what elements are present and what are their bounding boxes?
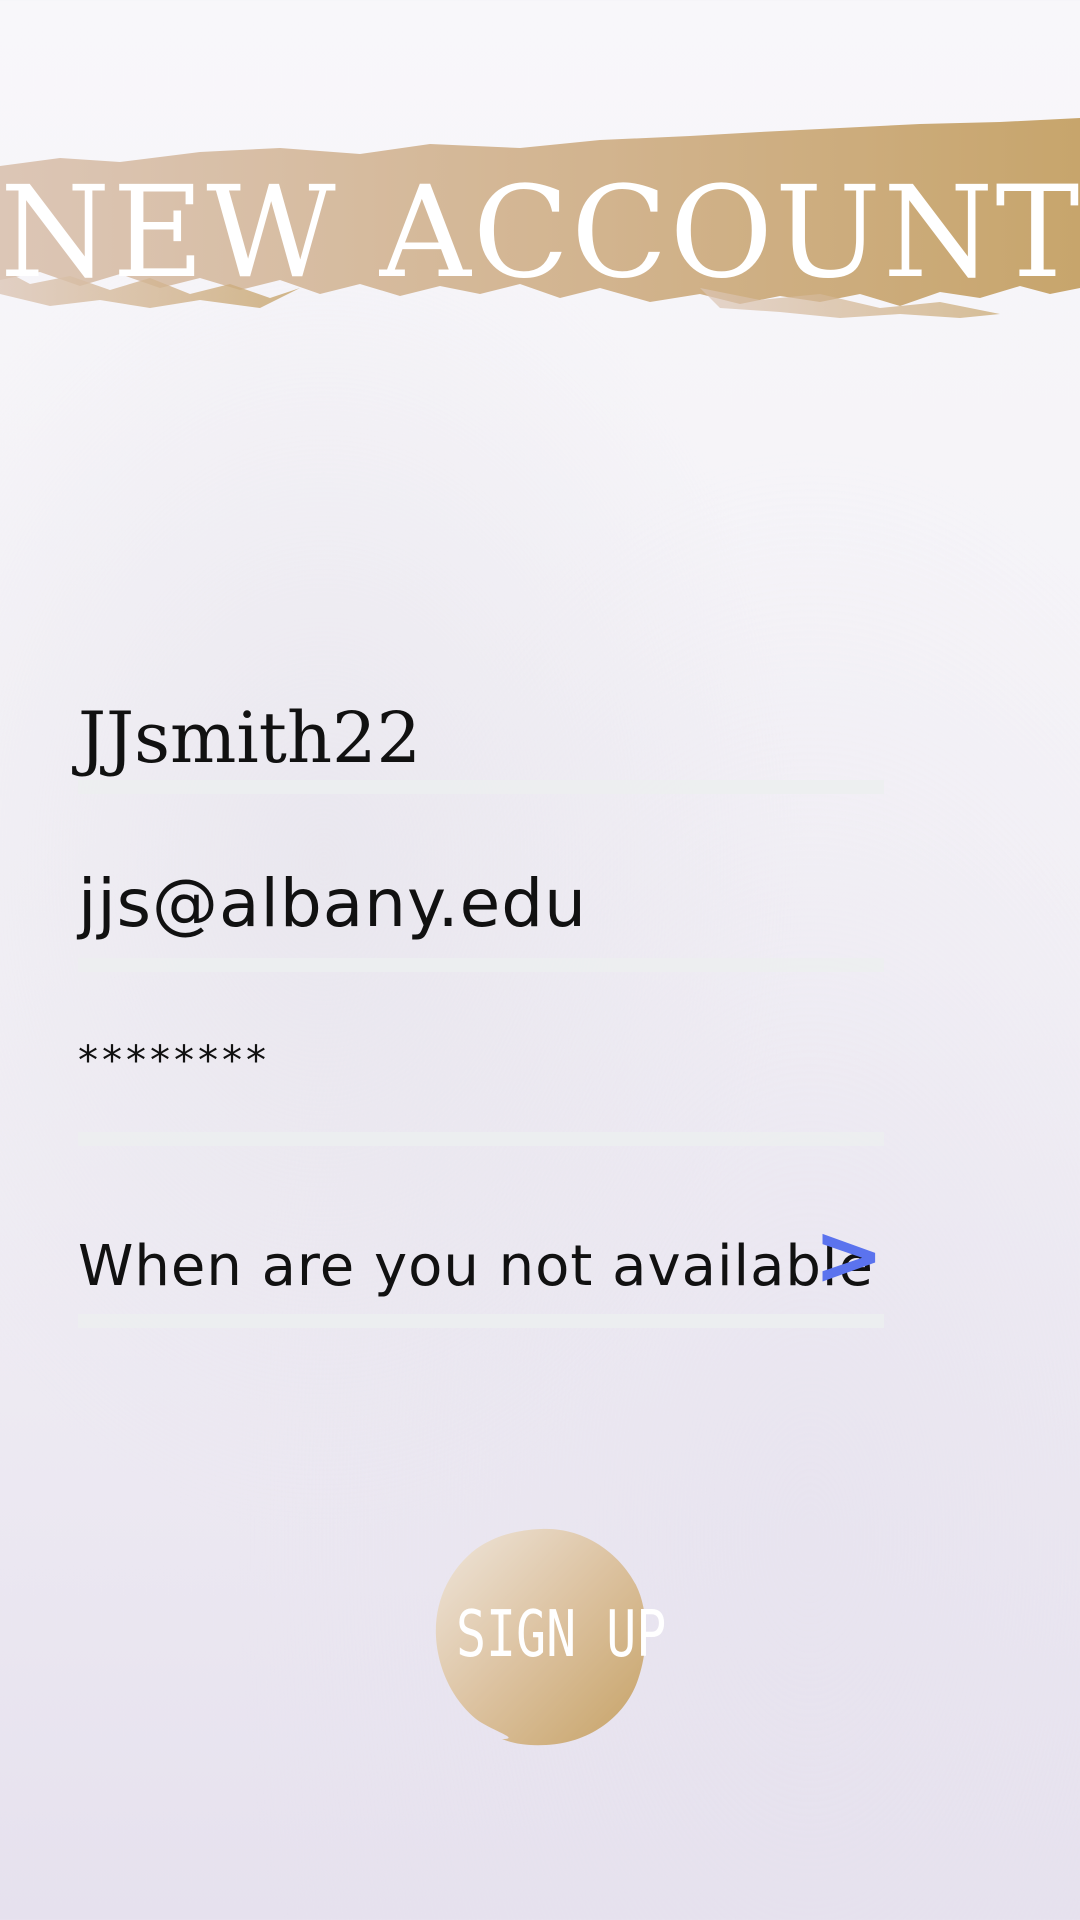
password-underline (78, 1132, 884, 1146)
sign-up-label: SIGN UP (455, 1598, 667, 1672)
availability-row[interactable]: When are you not available > (78, 1210, 884, 1340)
username-field[interactable]: JJsmith22 (78, 690, 884, 800)
page-title: NEW ACCOUNT (0, 159, 1080, 306)
password-field[interactable]: ******** (78, 1030, 884, 1150)
sign-up-button[interactable]: SIGN UP (432, 1525, 667, 1747)
username-value[interactable]: JJsmith22 (78, 698, 421, 778)
availability-label: When are you not available (78, 1234, 874, 1299)
email-field[interactable]: jjs@albany.edu (78, 858, 884, 972)
username-underline (78, 780, 884, 794)
password-value[interactable]: ******** (78, 1036, 270, 1086)
email-underline (78, 958, 884, 972)
availability-underline (78, 1314, 884, 1328)
chevron-right-icon[interactable]: > (814, 1210, 884, 1300)
email-value[interactable]: jjs@albany.edu (78, 864, 587, 944)
